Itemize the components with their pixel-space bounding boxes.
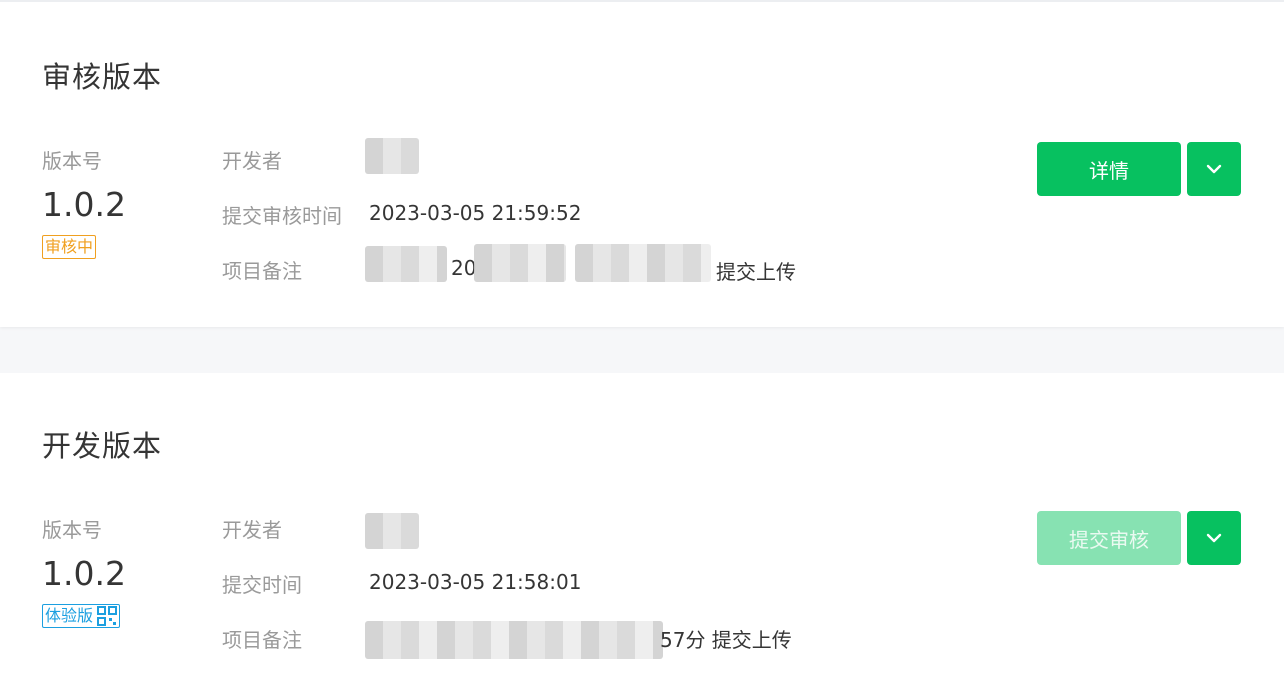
review-remark-label: 项目备注	[222, 259, 302, 283]
review-remark-blur-3	[575, 244, 711, 282]
review-submit-time-label: 提交审核时间	[222, 204, 342, 228]
review-developer-avatar-blurred	[365, 138, 419, 174]
review-status-badge: 审核中	[42, 235, 97, 259]
dev-version-number: 1.0.2	[42, 554, 126, 593]
review-remark-fragment: 20	[451, 256, 477, 280]
review-remark-suffix: 提交上传	[716, 260, 796, 284]
dev-trial-badge[interactable]: 体验版	[42, 604, 121, 628]
review-version-number: 1.0.2	[42, 185, 126, 224]
dev-remark-label: 项目备注	[222, 628, 302, 652]
dev-developer-avatar-blurred	[365, 513, 419, 549]
review-more-dropdown-button[interactable]	[1187, 142, 1241, 196]
dev-trial-badge-label: 体验版	[45, 606, 94, 625]
review-submit-time: 2023-03-05 21:59:52	[369, 201, 582, 225]
dev-section-title: 开发版本	[42, 429, 163, 463]
dev-submit-time-label: 提交时间	[222, 573, 302, 597]
qrcode-icon	[97, 606, 118, 626]
dev-version-label: 版本号	[42, 518, 102, 542]
dev-submit-time: 2023-03-05 21:58:01	[369, 570, 582, 594]
chevron-down-icon	[1206, 533, 1222, 543]
review-remark-blur-1	[365, 246, 447, 282]
dev-more-dropdown-button[interactable]	[1187, 511, 1241, 565]
review-developer-label: 开发者	[222, 149, 282, 173]
review-detail-button[interactable]: 详情	[1037, 142, 1181, 196]
dev-developer-label: 开发者	[222, 518, 282, 542]
review-version-card: 审核版本 版本号 1.0.2 审核中 开发者 提交审核时间 2023-03-05…	[0, 0, 1284, 327]
dev-remark-suffix: 57分 提交上传	[660, 628, 792, 652]
dev-version-card: 开发版本 版本号 1.0.2 体验版 开发者 提交时间 2023-03-05 2…	[0, 373, 1284, 694]
review-section-title: 审核版本	[42, 60, 163, 94]
dev-remark-blur	[365, 621, 663, 659]
review-remark-blur-2	[474, 244, 566, 282]
dev-submit-review-button[interactable]: 提交审核	[1037, 511, 1181, 565]
chevron-down-icon	[1206, 164, 1222, 174]
review-version-label: 版本号	[42, 149, 102, 173]
